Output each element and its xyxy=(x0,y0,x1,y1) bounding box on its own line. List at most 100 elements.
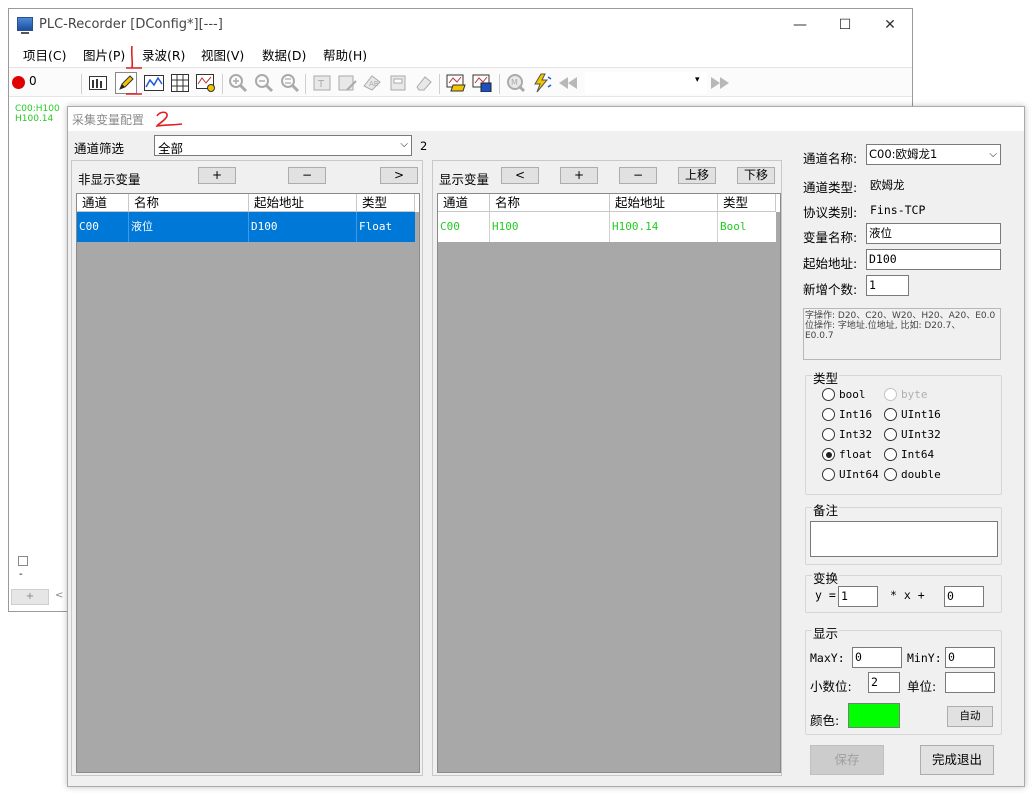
maximize-button[interactable]: ☐ xyxy=(822,13,868,37)
tag-icon[interactable]: T xyxy=(311,72,333,94)
color-swatch[interactable] xyxy=(848,703,900,728)
column-header[interactable]: 通道 xyxy=(77,194,129,212)
edit-tag-icon[interactable] xyxy=(337,72,359,94)
menu-bar: 项目(C) 图片(P) 录波(R) 视图(V) 数据(D) 帮助(H) xyxy=(9,42,912,64)
label-icon[interactable]: AB xyxy=(361,72,383,94)
move-down-button[interactable]: 下移 xyxy=(737,167,775,184)
var-name-label: 变量名称: xyxy=(803,230,858,245)
menu-data[interactable]: 数据(D) xyxy=(262,45,306,64)
record-indicator-icon[interactable] xyxy=(12,76,25,89)
menu-project[interactable]: 项目(C) xyxy=(23,45,66,64)
transform-k-input[interactable]: 1 xyxy=(838,586,878,607)
dialog-title-bar: 采集变量配置 xyxy=(68,107,1024,131)
type-group: 类型 bool byte Int16 UInt16 Int32 UInt32 f… xyxy=(805,368,1002,495)
fast-forward-icon[interactable] xyxy=(709,72,731,94)
grid-icon[interactable] xyxy=(169,72,191,94)
channel-filter-select[interactable]: 全部 ⌵ xyxy=(154,135,412,156)
curve-checkbox[interactable] xyxy=(18,556,28,566)
menu-picture[interactable]: 图片(P) xyxy=(83,45,125,64)
radio-uint64[interactable]: UInt64 xyxy=(822,468,879,481)
add-shown-var-button[interactable]: + xyxy=(560,167,598,184)
auto-color-button[interactable]: 自动 xyxy=(947,706,993,727)
radio-label: bool xyxy=(839,388,866,401)
radio-label: byte xyxy=(901,388,928,401)
menu-view[interactable]: 视图(V) xyxy=(201,45,244,64)
cell-channel: C00 xyxy=(438,212,490,242)
zoom-reset-icon[interactable] xyxy=(279,72,301,94)
var-name-input[interactable]: 液位 xyxy=(866,223,1001,244)
lightning-icon[interactable] xyxy=(531,72,553,94)
column-header[interactable]: 名称 xyxy=(490,194,610,212)
start-addr-input[interactable]: D100 xyxy=(866,249,1001,270)
decimal-input[interactable]: 2 xyxy=(868,672,900,693)
add-curve-button[interactable]: + xyxy=(11,589,49,605)
radio-int64[interactable]: Int64 xyxy=(884,448,934,461)
column-header[interactable]: 通道 xyxy=(438,194,490,212)
cell-address: D100 xyxy=(249,212,357,242)
start-addr-label: 起始地址: xyxy=(803,256,858,271)
radio-dot xyxy=(884,468,897,481)
decimal-label: 小数位: xyxy=(810,679,852,694)
add-hidden-var-button[interactable]: + xyxy=(198,167,236,184)
add-count-input[interactable]: 1 xyxy=(866,275,909,296)
menu-record[interactable]: 录波(R) xyxy=(142,45,185,64)
channel-name-select[interactable]: C00:欧姆龙1 ⌵ xyxy=(866,144,1001,165)
chevron-down-icon[interactable]: ▾ xyxy=(695,75,700,85)
eraser-icon[interactable] xyxy=(413,72,435,94)
move-up-button[interactable]: 上移 xyxy=(678,167,716,184)
column-header[interactable]: 类型 xyxy=(718,194,776,212)
zoom-in-icon[interactable] xyxy=(227,72,249,94)
zoom-out-icon[interactable] xyxy=(253,72,275,94)
column-header[interactable]: 起始地址 xyxy=(610,194,718,212)
radio-uint16[interactable]: UInt16 xyxy=(884,408,941,421)
column-header[interactable]: 类型 xyxy=(357,194,415,212)
radio-byte[interactable]: byte xyxy=(884,388,928,401)
save-button[interactable]: 保存 xyxy=(810,745,884,775)
radio-double[interactable]: double xyxy=(884,468,941,481)
open-file-icon[interactable] xyxy=(445,72,467,94)
signal-icon[interactable] xyxy=(195,72,217,94)
radio-int16[interactable]: Int16 xyxy=(822,408,872,421)
remove-shown-var-button[interactable]: − xyxy=(619,167,657,184)
miny-input[interactable]: 0 xyxy=(945,647,995,668)
radio-dot xyxy=(822,388,835,401)
maxy-input[interactable]: 0 xyxy=(852,647,902,668)
close-button[interactable]: ✕ xyxy=(867,13,913,37)
svg-text:AB: AB xyxy=(369,80,379,88)
move-to-hidden-button[interactable]: < xyxy=(501,167,539,184)
rewind-icon[interactable] xyxy=(557,72,579,94)
radio-dot xyxy=(822,448,835,461)
note-textarea[interactable] xyxy=(810,521,998,557)
channel-type-label: 通道类型: xyxy=(803,180,858,195)
transform-group: 变换 y = 1 * x + 0 xyxy=(805,568,1002,613)
radio-bool[interactable]: bool xyxy=(822,388,866,401)
transform-b-input[interactable]: 0 xyxy=(944,586,984,607)
save-file-icon[interactable] xyxy=(471,72,493,94)
unit-input[interactable] xyxy=(945,672,995,693)
radio-int32[interactable]: Int32 xyxy=(822,428,872,441)
wave-icon[interactable] xyxy=(143,72,165,94)
table-row[interactable]: C00 液位 D100 Float xyxy=(77,212,415,242)
window-title: PLC-Recorder [DConfig*][---] xyxy=(39,17,223,32)
remove-hidden-var-button[interactable]: − xyxy=(288,167,326,184)
print-icon[interactable] xyxy=(387,72,409,94)
radio-label: Int16 xyxy=(839,408,873,421)
transform-group-title: 变换 xyxy=(812,568,840,587)
bar-chart-icon[interactable] xyxy=(87,72,109,94)
radio-uint32[interactable]: UInt32 xyxy=(884,428,941,441)
note-group: 备注 xyxy=(805,500,1002,565)
time-combo[interactable] xyxy=(585,72,707,94)
m-icon[interactable]: M xyxy=(505,72,527,94)
transform-mid-label: * x + xyxy=(890,588,925,602)
prev-page-button[interactable]: < xyxy=(55,590,63,601)
cell-name: 液位 xyxy=(129,212,249,242)
column-header[interactable]: 起始地址 xyxy=(249,194,357,212)
radio-float[interactable]: float xyxy=(822,448,872,461)
annotation-number-1 xyxy=(126,45,142,95)
column-header[interactable]: 名称 xyxy=(129,194,249,212)
done-exit-button[interactable]: 完成退出 xyxy=(920,745,994,775)
menu-help[interactable]: 帮助(H) xyxy=(323,45,367,64)
minimize-button[interactable]: — xyxy=(777,13,823,37)
move-to-shown-button[interactable]: > xyxy=(380,167,418,184)
table-row[interactable]: C00 H100 H100.14 Bool xyxy=(438,212,776,242)
